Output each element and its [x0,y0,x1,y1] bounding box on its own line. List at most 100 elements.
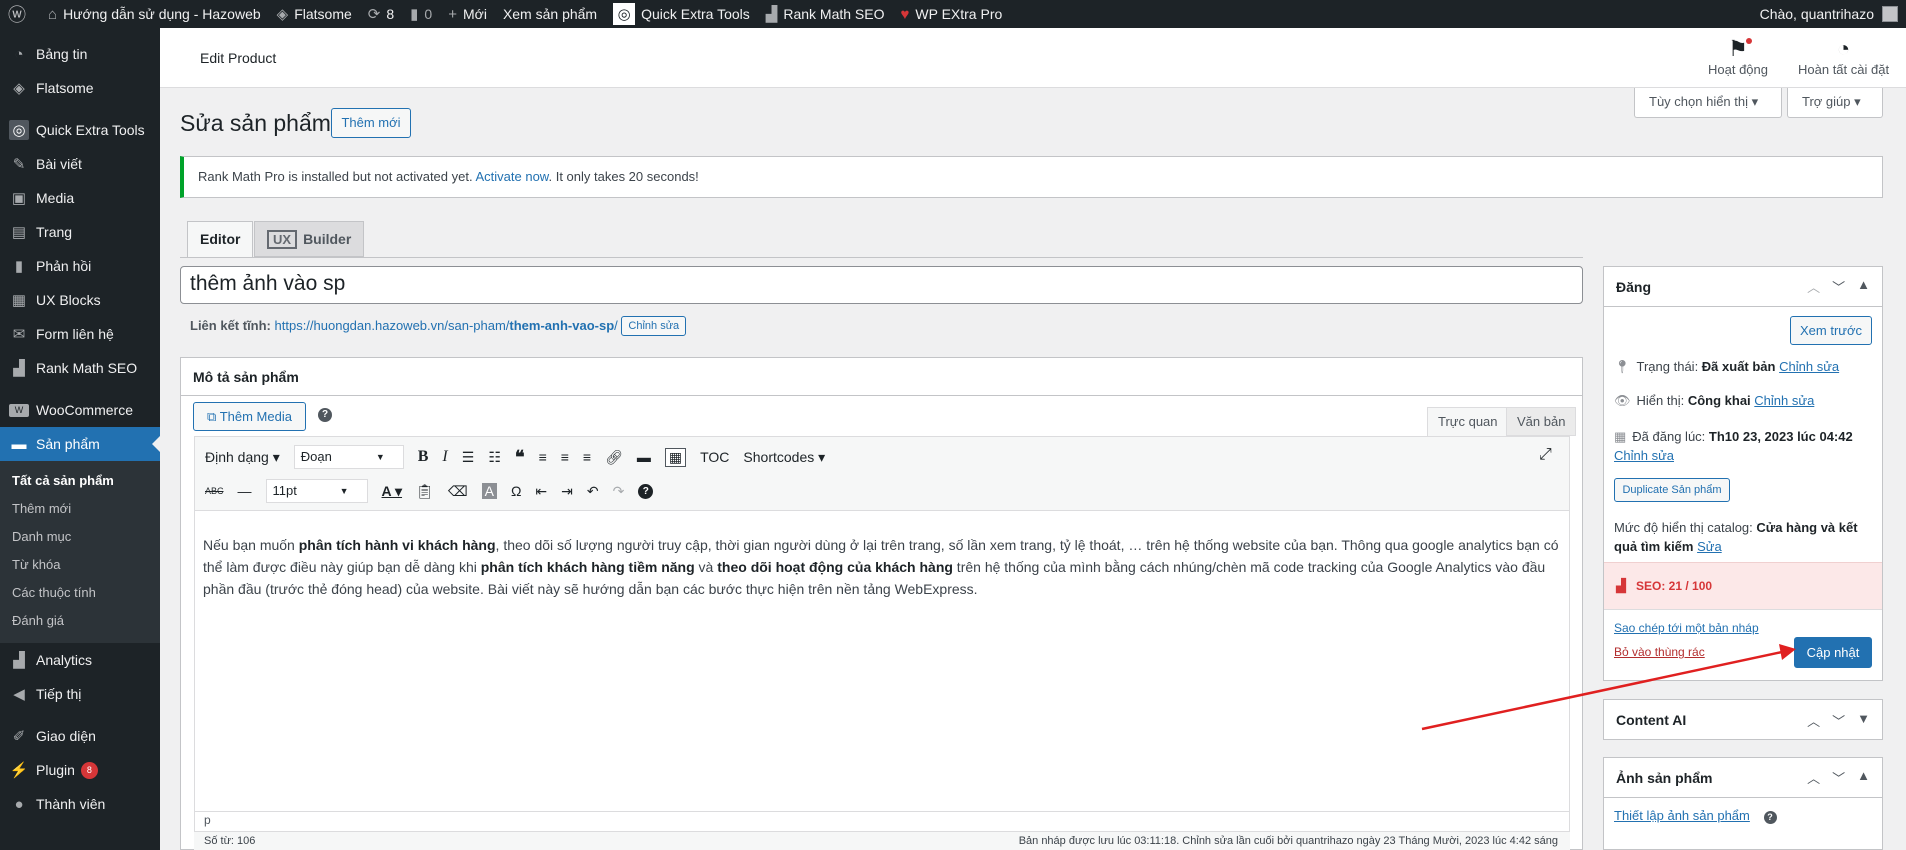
comments-link[interactable]: ▮ 0 [402,0,440,28]
sidebar-item-contact-form[interactable]: ✉ Form liên hệ [0,317,160,351]
quick-extra-tools-link[interactable]: ◎ Quick Extra Tools [605,0,758,28]
site-name-link[interactable]: ⌂ Hướng dẫn sử dụng - Hazoweb [40,0,269,28]
submenu-attributes[interactable]: Các thuộc tính [0,579,160,607]
align-right-icon[interactable]: ≡ [583,449,591,465]
preview-button[interactable]: Xem trước [1790,316,1872,345]
undo-icon[interactable]: ↶ [587,483,599,500]
align-center-icon[interactable]: ≡ [561,449,569,465]
activity-button[interactable]: ⚑ Hoạt động [1708,36,1768,77]
update-button[interactable]: Cập nhật [1794,637,1872,668]
chevron-down-icon[interactable]: ﹀ [1832,277,1845,296]
visibility-edit-link[interactable]: Chỉnh sửa [1754,393,1814,408]
horizontal-line-icon[interactable]: — [238,483,252,499]
keyboard-help-icon[interactable]: ? [638,483,654,499]
bullet-list-icon[interactable]: ☰ [462,449,475,466]
redo-icon[interactable]: ↷ [613,483,625,500]
submenu-reviews[interactable]: Đánh giá [0,607,160,635]
published-edit-link[interactable]: Chỉnh sửa [1614,448,1674,463]
trash-link[interactable]: Bỏ vào thùng rác [1614,645,1705,659]
strikethrough-icon[interactable]: ABC [205,486,224,496]
sidebar-item-flatsome[interactable]: ◈ Flatsome [0,71,160,105]
sidebar-item-plugins[interactable]: ⚡ Plugin 8 [0,753,160,787]
help-icon[interactable]: ? [318,408,332,422]
special-character-icon[interactable]: Ω [511,483,521,499]
help-button[interactable]: Trợ giúp ▾ [1787,88,1883,118]
quote-icon[interactable]: ❝ [515,447,525,468]
catalog-edit-link[interactable]: Sửa [1697,539,1722,554]
background-color-icon[interactable]: A [481,483,497,499]
sidebar-item-analytics[interactable]: ▟ Analytics [0,643,160,677]
updates-link[interactable]: ⟳ 8 [360,0,402,28]
tab-text[interactable]: Văn bản [1506,407,1577,436]
set-product-image-link[interactable]: Thiết lập ảnh sản phẩm ? [1614,808,1777,824]
text-color-icon[interactable]: A ▾ [382,483,403,500]
submenu-categories[interactable]: Danh mục [0,523,160,551]
format-menu[interactable]: Định dạng ▾ [205,449,280,466]
seo-score-row[interactable]: ▟ SEO: 21 / 100 [1604,562,1882,610]
sidebar-item-users[interactable]: ● Thành viên [0,787,160,821]
status-edit-link[interactable]: Chỉnh sửa [1779,359,1839,374]
new-content-link[interactable]: + Mới [440,0,495,28]
editor-content[interactable]: Nếu bạn muốn phân tích hành vi khách hàn… [203,534,1561,600]
link-icon[interactable]: 🔗︎ [605,449,623,466]
paste-text-icon[interactable]: 📋︎ [416,483,434,500]
read-more-icon[interactable]: ▬ [637,449,651,465]
outdent-icon[interactable]: ⇤ [535,483,547,500]
permalink-url[interactable]: https://huongdan.hazoweb.vn/san-pham/the… [275,318,618,333]
add-new-button[interactable]: Thêm mới [331,108,411,138]
sidebar-item-appearance[interactable]: ✐ Giao diện [0,719,160,753]
paragraph-select[interactable]: Đoạn ▼ [293,445,404,469]
sidebar-item-rank-math[interactable]: ▟ Rank Math SEO [0,351,160,385]
submenu-all-products[interactable]: Tất cả sản phẩm [0,467,160,495]
numbered-list-icon[interactable]: ☷ [488,449,501,466]
collapse-icon[interactable]: ▲ [1857,277,1870,296]
screen-options-button[interactable]: Tùy chọn hiển thị ▾ [1634,88,1782,118]
chevron-down-icon[interactable]: ﹀ [1832,768,1845,787]
wp-extra-link[interactable]: ♥ WP EXtra Pro [892,0,1010,28]
chevron-up-icon[interactable]: ︿ [1807,768,1820,787]
toolbar-toggle-icon[interactable]: ▦ [664,447,687,467]
view-product-link[interactable]: Xem sản phẩm [495,0,605,28]
permalink-edit-button[interactable]: Chỉnh sửa [621,316,687,336]
finish-setup-button[interactable]: ◔ Hoàn tất cài đặt [1798,36,1889,77]
sidebar-item-media[interactable]: ▣ Media [0,181,160,215]
bold-icon[interactable]: B [418,448,429,466]
copy-to-draft-link[interactable]: Sao chép tới một bản nháp [1614,621,1759,635]
duplicate-product-button[interactable]: Duplicate Sản phẩm [1614,478,1730,502]
sidebar-item-quick-extra-tools[interactable]: ◎ Quick Extra Tools [0,113,160,147]
clear-formatting-icon[interactable]: ⌫ [448,483,468,500]
sidebar-item-woocommerce[interactable]: W WooCommerce [0,393,160,427]
chevron-up-icon[interactable]: ︿ [1807,277,1820,296]
product-title-input[interactable]: thêm ảnh vào sp [180,266,1583,304]
flatsome-link[interactable]: ◈ Flatsome [269,0,360,28]
submenu-tags[interactable]: Từ khóa [0,551,160,579]
activate-now-link[interactable]: Activate now [475,169,548,184]
fullscreen-icon[interactable]: ⤢ [1539,446,1552,464]
sidebar-item-comments[interactable]: ▮ Phản hồi [0,249,160,283]
sidebar-item-ux-blocks[interactable]: ▦ UX Blocks [0,283,160,317]
chevron-down-icon[interactable]: ﹀ [1832,711,1845,730]
rank-math-link[interactable]: ▟ Rank Math SEO [758,0,893,28]
sidebar-item-marketing[interactable]: ◀ Tiếp thị [0,677,160,711]
sidebar-item-pages[interactable]: ▤ Trang [0,215,160,249]
add-media-button[interactable]: ⧉ Thêm Media [193,402,306,431]
sidebar-item-products[interactable]: ▬ Sản phẩm [0,427,160,461]
align-left-icon[interactable]: ≡ [539,449,547,465]
shortcodes-menu[interactable]: Shortcodes ▾ [743,449,825,466]
content-ai-header[interactable]: Content AI ︿ ﹀ ▼ [1604,700,1882,740]
expand-icon[interactable]: ▼ [1857,711,1870,730]
sidebar-item-dashboard[interactable]: ◔ Bảng tin [0,37,160,71]
tab-editor[interactable]: Editor [187,221,254,258]
sidebar-item-posts[interactable]: ✎ Bài viết [0,147,160,181]
toc-button[interactable]: TOC [700,449,729,465]
account-menu[interactable]: Chào, quantrihazo [1752,0,1906,28]
collapse-icon[interactable]: ▲ [1857,768,1870,787]
indent-icon[interactable]: ⇥ [561,483,573,500]
chevron-up-icon[interactable]: ︿ [1807,711,1820,730]
font-size-select[interactable]: 11pt ▼ [265,479,368,503]
submenu-add-new[interactable]: Thêm mới [0,495,160,523]
italic-icon[interactable]: I [442,448,447,466]
tab-visual[interactable]: Trực quan [1427,407,1509,436]
tab-ux-builder[interactable]: UX Builder [254,221,365,257]
wordpress-logo[interactable]: ⓦ [0,0,40,28]
